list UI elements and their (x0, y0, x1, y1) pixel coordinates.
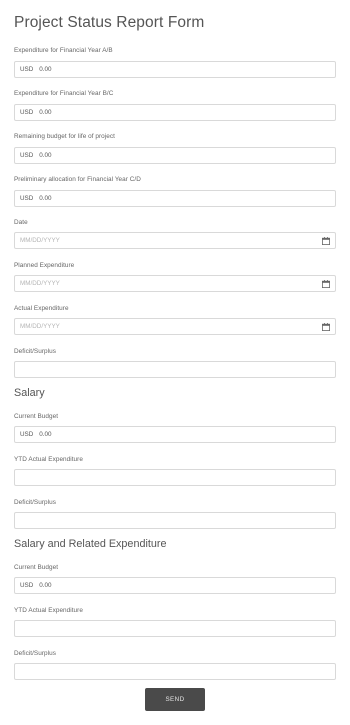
date-input[interactable]: MM/DD/YYYY (14, 232, 336, 249)
amount-value: 0.00 (39, 431, 52, 438)
salary-ytd-input[interactable] (14, 469, 336, 486)
field-label-remaining-budget: Remaining budget for life of project (14, 133, 115, 140)
salary-deficit-input[interactable] (14, 512, 336, 529)
calendar-icon[interactable] (322, 280, 330, 288)
amount-value: 0.00 (39, 66, 52, 73)
planned-expenditure-input[interactable]: MM/DD/YYYY (14, 275, 336, 292)
field-label-preliminary-allocation: Preliminary allocation for Financial Yea… (14, 176, 141, 183)
section-heading-salary-related: Salary and Related Expenditure (14, 538, 167, 550)
field-label-deficit-surplus: Deficit/Surplus (14, 650, 56, 657)
date-placeholder: MM/DD/YYYY (20, 237, 60, 244)
field-label-planned-expenditure: Planned Expenditure (14, 262, 75, 269)
currency-label: USD (20, 431, 34, 438)
expenditure-ab-input[interactable]: USD 0.00 (14, 61, 336, 78)
remaining-budget-input[interactable]: USD 0.00 (14, 147, 336, 164)
amount-value: 0.00 (39, 152, 52, 159)
date-placeholder: MM/DD/YYYY (20, 280, 60, 287)
field-label-expenditure-bc: Expenditure for Financial Year B/C (14, 90, 114, 97)
calendar-icon[interactable] (322, 323, 330, 331)
field-label-ytd-actual: YTD Actual Expenditure (14, 456, 83, 463)
currency-label: USD (20, 109, 34, 116)
actual-expenditure-input[interactable]: MM/DD/YYYY (14, 318, 336, 335)
field-label-actual-expenditure: Actual Expenditure (14, 305, 69, 312)
form-title: Project Status Report Form (14, 14, 205, 31)
related-current-budget-input[interactable]: USD 0.00 (14, 577, 336, 594)
currency-label: USD (20, 66, 34, 73)
currency-label: USD (20, 195, 34, 202)
field-label-ytd-actual: YTD Actual Expenditure (14, 607, 83, 614)
preliminary-allocation-input[interactable]: USD 0.00 (14, 190, 336, 207)
related-ytd-input[interactable] (14, 620, 336, 637)
expenditure-bc-input[interactable]: USD 0.00 (14, 104, 336, 121)
field-label-expenditure-ab: Expenditure for Financial Year A/B (14, 47, 113, 54)
salary-current-budget-input[interactable]: USD 0.00 (14, 426, 336, 443)
send-button[interactable]: SEND (145, 688, 205, 711)
field-label-date: Date (14, 219, 28, 226)
calendar-icon[interactable] (322, 237, 330, 245)
section-heading-salary: Salary (14, 387, 45, 399)
currency-label: USD (20, 152, 34, 159)
field-label-current-budget: Current Budget (14, 413, 59, 420)
field-label-deficit-surplus: Deficit/Surplus (14, 499, 56, 506)
amount-value: 0.00 (39, 109, 52, 116)
related-deficit-input[interactable] (14, 663, 336, 680)
amount-value: 0.00 (39, 195, 52, 202)
amount-value: 0.00 (39, 582, 52, 589)
date-placeholder: MM/DD/YYYY (20, 323, 60, 330)
field-label-current-budget: Current Budget (14, 564, 59, 571)
currency-label: USD (20, 582, 34, 589)
field-label-deficit-surplus: Deficit/Surplus (14, 348, 56, 355)
deficit-surplus-input[interactable] (14, 361, 336, 378)
